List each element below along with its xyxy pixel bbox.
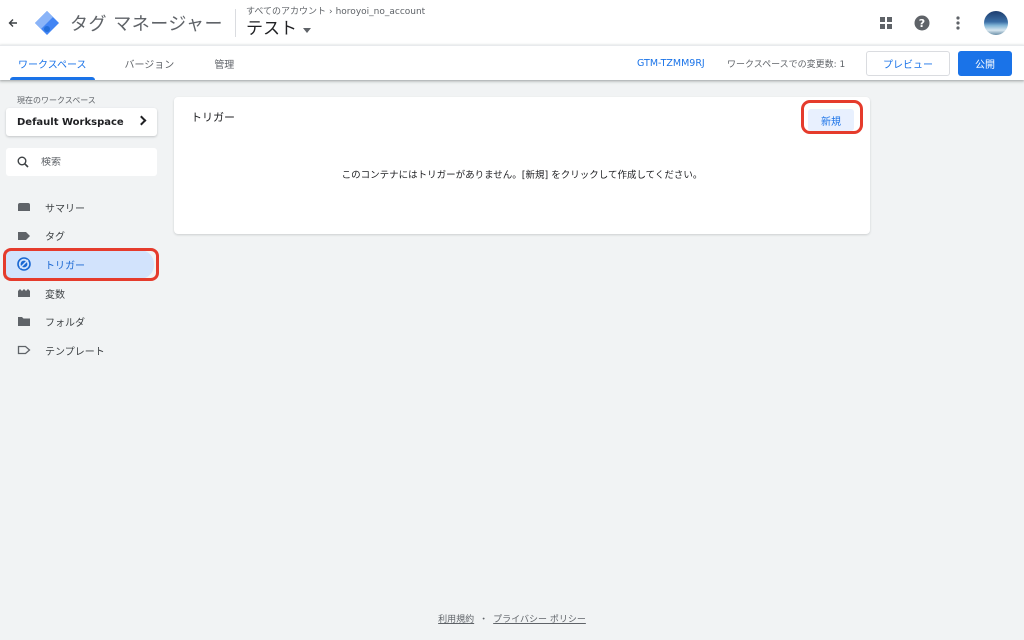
new-trigger-button[interactable]: 新規 [808, 109, 854, 131]
tab-admin[interactable]: 管理 [198, 46, 250, 80]
sidebar-item-templates[interactable]: テンプレート [0, 336, 165, 365]
user-avatar[interactable] [984, 10, 1008, 35]
workspace-name: Default Workspace [17, 116, 124, 128]
footer: 利用規約・プライバシー ポリシー [0, 612, 1024, 625]
search-icon [17, 156, 29, 168]
sidebar-item-tags[interactable]: タグ [0, 222, 165, 251]
chevron-right-icon [136, 115, 147, 126]
sidebar-item-label: サマリー [45, 203, 85, 215]
breadcrumb-account-name[interactable]: horoyoi_no_account [336, 6, 426, 18]
apps-grid-icon[interactable] [876, 13, 896, 33]
privacy-policy-link[interactable]: プライバシー ポリシー [493, 615, 586, 625]
sidebar-item-label: 変数 [45, 289, 65, 301]
search-input[interactable] [41, 156, 141, 168]
empty-state-message: このコンテナにはトリガーがありません。[新規] をクリックして作成してください。 [341, 170, 703, 181]
template-icon [17, 343, 31, 357]
preview-button[interactable]: プレビュー [866, 51, 950, 76]
card-title: トリガー [191, 111, 235, 124]
app-title: タグ マネージャー [70, 13, 223, 35]
publish-button[interactable]: 公開 [958, 51, 1012, 76]
breadcrumb: すべてのアカウント › horoyoi_no_account テスト [246, 6, 425, 40]
sidebar-item-label: トリガー [45, 260, 85, 272]
tab-versions[interactable]: バージョン [109, 46, 191, 80]
tab-workspace[interactable]: ワークスペース [2, 46, 103, 80]
account-breadcrumb[interactable]: すべてのアカウント › horoyoi_no_account [246, 6, 425, 18]
tag-icon [17, 229, 31, 243]
top-actions: ? [876, 0, 1008, 45]
sidebar-nav: サマリー タグ トリガー 変数 フォルダ テンプレート [0, 193, 165, 365]
breadcrumb-all-accounts[interactable]: すべてのアカウント [246, 6, 326, 18]
sidebar-item-label: テンプレート [45, 346, 105, 358]
svg-text:?: ? [919, 17, 925, 30]
header-divider [234, 8, 236, 37]
sidebar-search[interactable] [6, 148, 157, 176]
breadcrumb-chevron-icon: › [328, 6, 333, 17]
help-icon[interactable]: ? [912, 13, 932, 33]
folder-icon [17, 315, 31, 329]
trigger-icon [17, 257, 31, 272]
top-app-bar: タグ マネージャー すべてのアカウント › horoyoi_no_account… [0, 0, 1024, 45]
current-workspace-label: 現在のワークスペース [17, 96, 96, 105]
gtm-logo-icon[interactable] [34, 10, 60, 36]
dropdown-caret-icon [302, 27, 311, 33]
summary-icon [17, 200, 31, 214]
terms-link[interactable]: 利用規約 [438, 615, 474, 625]
more-vert-icon[interactable] [948, 13, 968, 33]
container-name: テスト [245, 18, 297, 39]
sidebar-item-variables[interactable]: 変数 [0, 279, 165, 308]
container-selector[interactable]: テスト [246, 18, 425, 40]
sidebar-item-summary[interactable]: サマリー [0, 193, 165, 222]
sidebar-item-triggers[interactable]: トリガー [4, 250, 154, 279]
workspace-toolbar: ワークスペース バージョン 管理 GTM-TZMM9RJ ワークスペースでの変更… [0, 45, 1024, 80]
sidebar-item-folders[interactable]: フォルダ [0, 307, 165, 336]
workspace-changes-count: ワークスペースでの変更数: 1 [727, 59, 846, 70]
back-arrow-icon[interactable] [2, 0, 24, 45]
sidebar-item-label: タグ [45, 232, 65, 244]
variables-icon [17, 286, 31, 300]
sidebar-item-label: フォルダ [45, 318, 85, 330]
triggers-card: トリガー 新規 このコンテナにはトリガーがありません。[新規] をクリックして作… [174, 97, 870, 234]
footer-separator: ・ [479, 615, 489, 625]
container-id-link[interactable]: GTM-TZMM9RJ [637, 46, 705, 80]
workspace-selector[interactable]: Default Workspace [6, 108, 157, 136]
